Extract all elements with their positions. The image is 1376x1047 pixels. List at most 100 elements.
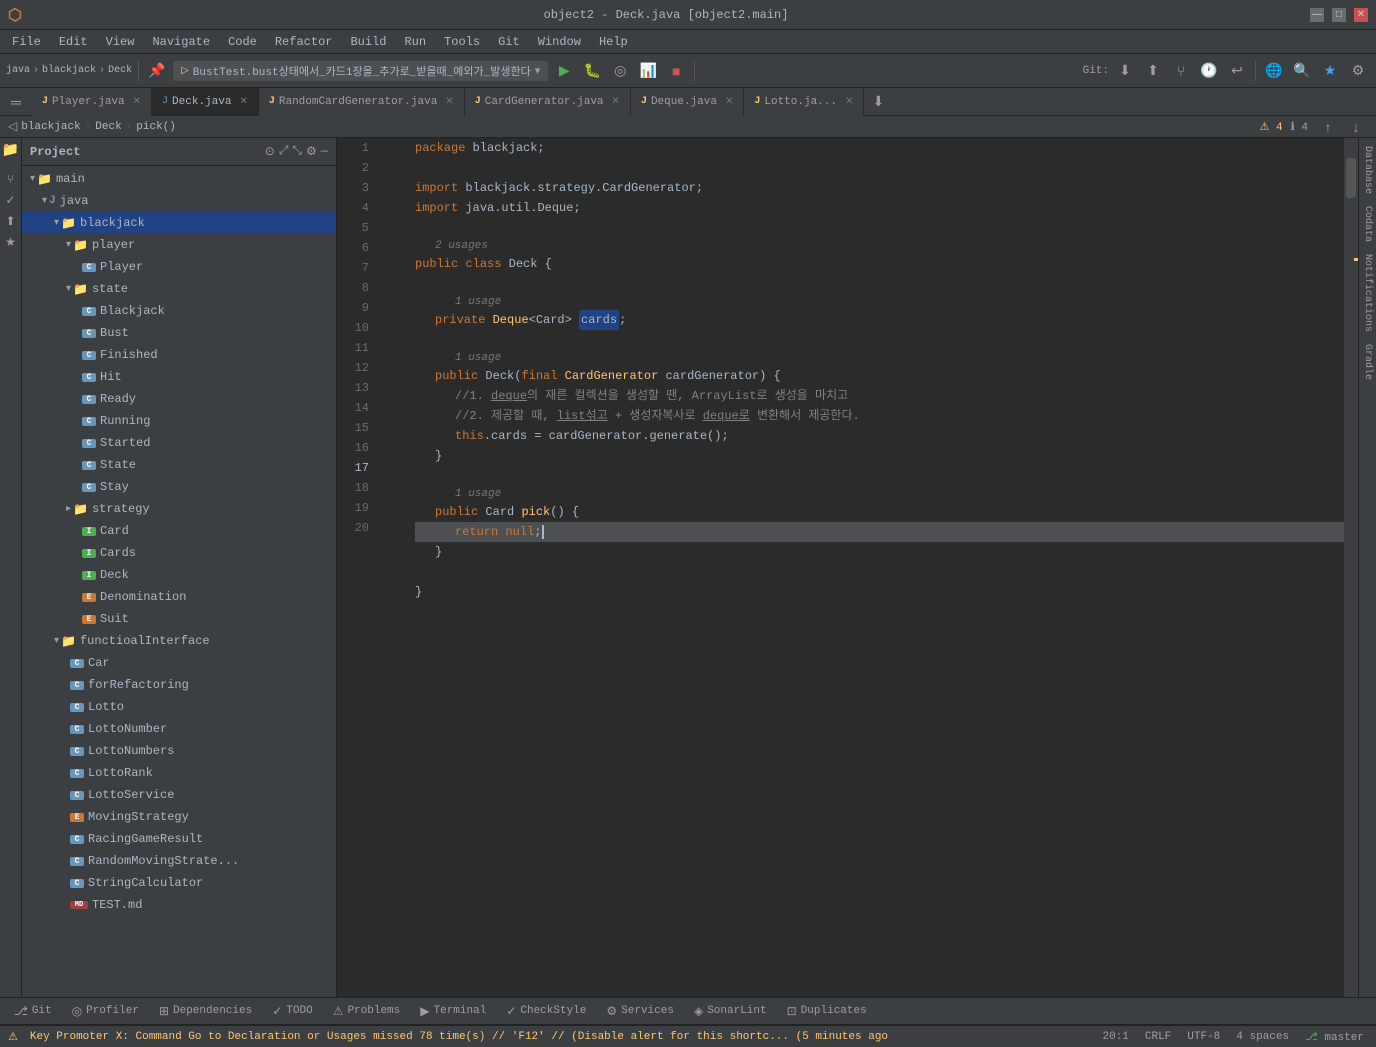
tree-movingstrategy-class[interactable]: E MovingStrategy <box>22 806 336 828</box>
breadcrumb-blackjack[interactable]: blackjack <box>21 121 80 133</box>
debug-button[interactable]: 🐛 <box>580 59 604 83</box>
sidebar-bookmark-icon[interactable]: ★ <box>5 235 16 250</box>
menu-help[interactable]: Help <box>591 33 636 51</box>
bottom-tab-git[interactable]: ⎇ Git <box>6 1002 60 1021</box>
tree-suit-enum[interactable]: E Suit <box>22 608 336 630</box>
tree-hit-class[interactable]: C Hit <box>22 366 336 388</box>
tree-functional-folder[interactable]: ▾ 📁 functioalInterface <box>22 630 336 652</box>
project-expand-icon[interactable]: ⤢ <box>279 144 289 159</box>
git-push[interactable]: ⬆ <box>1141 59 1165 83</box>
bottom-tab-dependencies[interactable]: ⊞ Dependencies <box>151 1002 260 1021</box>
tree-card-interface[interactable]: I Card <box>22 520 336 542</box>
codata-panel-btn[interactable]: Codata <box>1360 202 1375 246</box>
tab-deck-java[interactable]: J Deck.java ✕ <box>152 88 259 116</box>
project-settings-icon[interactable]: ⚙ <box>306 144 317 159</box>
tab-lotto-java[interactable]: J Lotto.ja... ✕ <box>744 88 864 116</box>
bottom-tab-services[interactable]: ⚙ Services <box>598 1002 682 1021</box>
bottom-tab-duplicates[interactable]: ⊡ Duplicates <box>779 1002 875 1021</box>
menu-build[interactable]: Build <box>342 33 394 51</box>
status-indent[interactable]: 4 spaces <box>1232 1031 1293 1043</box>
notifications-panel-btn[interactable]: Notifications <box>1360 250 1375 336</box>
tab-cardgen-close[interactable]: ✕ <box>612 96 620 108</box>
project-collapse-icon[interactable]: ⤡ <box>292 144 302 159</box>
tree-lotto-class[interactable]: C Lotto <box>22 696 336 718</box>
tab-cardgenerator-java[interactable]: J CardGenerator.java ✕ <box>465 88 631 116</box>
project-close-icon[interactable]: — <box>321 144 328 159</box>
tree-randommovingstrate-class[interactable]: C RandomMovingStrate... <box>22 850 336 872</box>
tree-state-folder[interactable]: ▾ 📁 state <box>22 278 336 300</box>
prev-error[interactable]: ↑ <box>1316 115 1340 139</box>
menu-code[interactable]: Code <box>220 33 265 51</box>
tab-deck-close[interactable]: ✕ <box>239 96 247 108</box>
tree-stringcalculator-class[interactable]: C StringCalculator <box>22 872 336 894</box>
tree-cards-interface[interactable]: I Cards <box>22 542 336 564</box>
sidebar-project-icon[interactable]: 📁 <box>2 142 19 159</box>
tree-lottonumbers-class[interactable]: C LottoNumbers <box>22 740 336 762</box>
tree-started-class[interactable]: C Started <box>22 432 336 454</box>
bottom-tab-profiler[interactable]: ◎ Profiler <box>64 1002 147 1021</box>
bookmark-button[interactable]: ★ <box>1318 59 1342 83</box>
status-line-ending[interactable]: CRLF <box>1141 1031 1175 1043</box>
tree-blackjack-class[interactable]: C Blackjack <box>22 300 336 322</box>
git-branches[interactable]: ⑂ <box>1169 59 1193 83</box>
maximize-button[interactable]: □ <box>1332 8 1346 22</box>
project-locate-icon[interactable]: ⊙ <box>265 144 275 159</box>
status-branch[interactable]: ⎇ master <box>1301 1030 1368 1044</box>
coverage-button[interactable]: ◎ <box>608 59 632 83</box>
tree-java[interactable]: ▾ J java <box>22 190 336 212</box>
scrollbar[interactable] <box>1344 138 1358 997</box>
status-position[interactable]: 20:1 <box>1098 1031 1132 1043</box>
sidebar-commit-icon[interactable]: ✓ <box>5 193 15 208</box>
code-content[interactable]: package blackjack; import blackjack.stra… <box>407 138 1344 997</box>
tree-running-class[interactable]: C Running <box>22 410 336 432</box>
run-config-dropdown[interactable]: ▾ <box>535 64 541 78</box>
tab-lotto-close[interactable]: ✕ <box>845 96 853 108</box>
tree-car-class[interactable]: C Car <box>22 652 336 674</box>
sidebar-pullreq-icon[interactable]: ⬆ <box>5 214 15 229</box>
search-button[interactable]: 🔍 <box>1290 59 1314 83</box>
tab-randomcard-java[interactable]: J RandomCardGenerator.java ✕ <box>259 88 465 116</box>
gradle-panel-btn[interactable]: Gradle <box>1360 340 1375 384</box>
run-button[interactable]: ▶ <box>552 59 576 83</box>
git-revert[interactable]: ↩ <box>1225 59 1249 83</box>
profile-button[interactable]: 📊 <box>636 59 660 83</box>
close-all-tabs-button[interactable]: ═ <box>4 90 28 114</box>
tree-finished-class[interactable]: C Finished <box>22 344 336 366</box>
menu-view[interactable]: View <box>98 33 143 51</box>
menu-tools[interactable]: Tools <box>436 33 488 51</box>
bottom-tab-sonarlint[interactable]: ◈ SonarLint <box>686 1002 775 1021</box>
menu-run[interactable]: Run <box>396 33 434 51</box>
minimize-button[interactable]: — <box>1310 8 1324 22</box>
tree-ready-class[interactable]: C Ready <box>22 388 336 410</box>
tree-lottoservice-class[interactable]: C LottoService <box>22 784 336 806</box>
tree-testmd-file[interactable]: MD TEST.md <box>22 894 336 916</box>
tree-denomination-enum[interactable]: E Denomination <box>22 586 336 608</box>
tree-player-folder[interactable]: ▾ 📁 player <box>22 234 336 256</box>
run-config[interactable]: ▷ BustTest.bust상태에서_카드1장을_추가로_받을때_예외가_발생… <box>173 61 548 81</box>
next-error[interactable]: ↓ <box>1344 115 1368 139</box>
more-tabs-button[interactable]: ⬇ <box>866 90 890 114</box>
stop-button[interactable]: ■ <box>664 59 688 83</box>
tree-blackjack[interactable]: ▾ 📁 blackjack <box>22 212 336 234</box>
bottom-tab-terminal[interactable]: ▶ Terminal <box>412 1002 494 1021</box>
git-update[interactable]: ⬇ <box>1113 59 1137 83</box>
sidebar-git-icon[interactable]: ⑂ <box>7 173 14 187</box>
bottom-tab-todo[interactable]: ✓ TODO <box>264 1002 320 1021</box>
tab-player-java[interactable]: J Player.java ✕ <box>32 88 152 116</box>
tree-stay-class[interactable]: C Stay <box>22 476 336 498</box>
tree-state-class[interactable]: C State <box>22 454 336 476</box>
menu-window[interactable]: Window <box>530 33 589 51</box>
bottom-tab-problems[interactable]: ⚠ Problems <box>325 1002 409 1021</box>
scroll-thumb[interactable] <box>1346 158 1356 198</box>
tree-deck-interface[interactable]: I Deck <box>22 564 336 586</box>
database-panel-btn[interactable]: Database <box>1360 142 1375 198</box>
menu-edit[interactable]: Edit <box>51 33 96 51</box>
tab-deque-close[interactable]: ✕ <box>725 96 733 108</box>
tree-forrefactoring-class[interactable]: C forRefactoring <box>22 674 336 696</box>
status-warning-text[interactable]: Key Promoter X: Command Go to Declaratio… <box>26 1031 1091 1043</box>
translate-button[interactable]: 🌐 <box>1262 59 1286 83</box>
menu-file[interactable]: File <box>4 33 49 51</box>
git-history[interactable]: 🕐 <box>1197 59 1221 83</box>
tree-strategy-folder[interactable]: ▸ 📁 strategy <box>22 498 336 520</box>
tab-player-close[interactable]: ✕ <box>133 96 141 108</box>
